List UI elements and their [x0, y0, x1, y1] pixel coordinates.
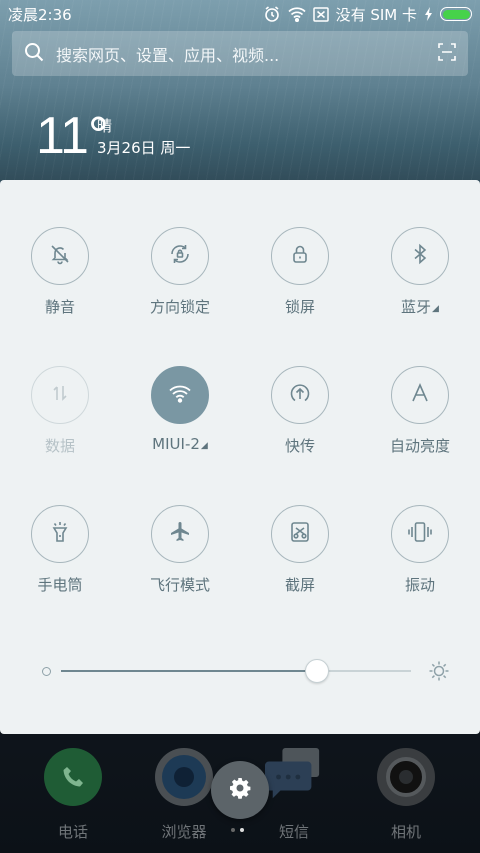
expand-triangle-icon: ◢	[200, 441, 208, 451]
airplane-icon	[168, 520, 192, 548]
camera-icon[interactable]	[377, 748, 435, 806]
browser-icon-inner	[162, 755, 206, 799]
expand-triangle-icon: ◢	[432, 304, 439, 314]
toggle-screenshot[interactable]: 截屏	[240, 505, 360, 595]
status-bar: 凌晨2:36 没有 SIM 卡	[0, 0, 480, 28]
dock-label-messages: 短信	[278, 823, 309, 841]
flashlight-icon	[49, 520, 71, 548]
toggle-quick-transfer-label: 快传	[284, 437, 315, 455]
search-bar[interactable]: 搜索网页、设置、应用、视频...	[12, 31, 468, 76]
page-dot	[231, 828, 235, 832]
toggle-lock-screen-button[interactable]	[271, 227, 329, 285]
toggle-mobile-data-label: 数据	[44, 437, 75, 455]
toggle-rotation-lock[interactable]: 方向锁定	[120, 227, 240, 317]
toggle-mute-label: 静音	[44, 298, 75, 316]
charging-icon	[424, 7, 433, 21]
wifi-icon	[287, 6, 306, 22]
browser-icon-core	[174, 767, 194, 787]
toggle-mute-button[interactable]	[31, 227, 89, 285]
bluetooth-label-text: 蓝牙	[401, 298, 432, 316]
toggle-wifi[interactable]: MIUI-2◢	[120, 366, 240, 453]
dock-app-phone[interactable]: 电话	[13, 748, 133, 842]
toggle-auto-brightness-button[interactable]	[391, 366, 449, 424]
toggle-wifi-label: MIUI-2◢	[152, 435, 208, 453]
toggle-bluetooth[interactable]: 蓝牙◢	[360, 227, 480, 317]
gear-icon	[228, 776, 252, 804]
camera-lens	[386, 757, 426, 797]
toggle-vibrate[interactable]: 振动	[360, 505, 480, 595]
message-icon[interactable]	[265, 748, 323, 806]
toggle-auto-brightness-label: 自动亮度	[389, 437, 450, 455]
wifi-icon	[168, 383, 192, 407]
toggle-flashlight-button[interactable]	[31, 505, 89, 563]
toggle-lock-screen-label: 锁屏	[284, 298, 315, 316]
toggle-bluetooth-label: 蓝牙◢	[401, 296, 439, 317]
lock-icon	[289, 243, 311, 269]
status-icons: 没有 SIM 卡	[263, 4, 472, 25]
alarm-icon	[263, 5, 281, 23]
bell-off-icon	[49, 243, 71, 269]
toggle-wifi-button[interactable]	[151, 366, 209, 424]
weather-date: 3月26日 周一	[97, 139, 191, 157]
phone-icon[interactable]	[44, 748, 102, 806]
settings-button[interactable]	[211, 761, 269, 819]
toggle-screenshot-label: 截屏	[284, 576, 315, 594]
toggle-flashlight-label: 手电筒	[37, 576, 83, 594]
toggle-vibrate-label: 振动	[404, 576, 435, 594]
weather-condition: 晴	[97, 117, 113, 135]
status-time: 凌晨2:36	[8, 5, 72, 24]
dock-label-camera: 相机	[390, 823, 421, 841]
search-icon	[24, 42, 44, 66]
toggle-mobile-data[interactable]: 数据	[0, 366, 120, 456]
quick-transfer-icon	[288, 381, 312, 409]
wifi-network-name: MIUI-2	[152, 435, 200, 453]
search-input[interactable]: 搜索网页、设置、应用、视频...	[56, 42, 438, 66]
rotation-lock-icon	[168, 242, 192, 270]
brightness-thumb[interactable]	[304, 659, 329, 683]
battery-fill	[442, 9, 470, 19]
browser-icon[interactable]	[155, 748, 213, 806]
scan-icon[interactable]	[438, 42, 456, 65]
toggle-auto-brightness[interactable]: 自动亮度	[360, 366, 480, 456]
toggle-quick-transfer[interactable]: 快传	[240, 366, 360, 456]
brightness-slider[interactable]	[40, 658, 450, 684]
toggle-quick-transfer-button[interactable]	[271, 366, 329, 424]
toggle-airplane-mode[interactable]: 飞行模式	[120, 505, 240, 595]
toggle-vibrate-button[interactable]	[391, 505, 449, 563]
page-dot-active	[240, 828, 244, 832]
bluetooth-icon	[410, 243, 430, 269]
toggle-mobile-data-button[interactable]	[31, 366, 89, 424]
battery-icon	[440, 7, 472, 21]
toggle-lock-screen[interactable]: 锁屏	[240, 227, 360, 317]
toggle-airplane-mode-label: 飞行模式	[149, 576, 210, 594]
page-indicator	[231, 828, 244, 832]
toggle-airplane-mode-button[interactable]	[151, 505, 209, 563]
toggle-mute[interactable]: 静音	[0, 227, 120, 317]
brightness-low-icon	[42, 667, 51, 676]
dock-label-browser: 浏览器	[161, 823, 207, 841]
dock-app-camera[interactable]: 相机	[346, 748, 466, 842]
brightness-fill	[61, 670, 317, 672]
dock-label-phone: 电话	[57, 823, 88, 841]
weather-info: 晴 3月26日 周一	[97, 115, 190, 159]
quick-settings-panel: 静音 方向锁定 锁屏 蓝牙◢ 数据 MIUI-2◢ 快传 自动亮度 手电筒 飞行…	[0, 180, 480, 734]
brightness-high-icon	[428, 660, 450, 686]
toggle-flashlight[interactable]: 手电筒	[0, 505, 120, 595]
vibrate-icon	[407, 521, 433, 547]
toggle-screenshot-button[interactable]	[271, 505, 329, 563]
toggle-rotation-lock-label: 方向锁定	[149, 298, 210, 316]
weather-widget[interactable]: 11° 晴 3月26日 周一	[36, 108, 190, 164]
screenshot-icon	[288, 520, 312, 548]
letter-a-icon	[409, 382, 431, 408]
carrier-label: 没有 SIM 卡	[335, 5, 417, 24]
toggle-rotation-lock-button[interactable]	[151, 227, 209, 285]
sim-icon	[312, 6, 329, 22]
toggle-bluetooth-button[interactable]	[391, 227, 449, 285]
mobile-data-icon	[49, 382, 71, 408]
camera-lens-core	[399, 770, 413, 784]
